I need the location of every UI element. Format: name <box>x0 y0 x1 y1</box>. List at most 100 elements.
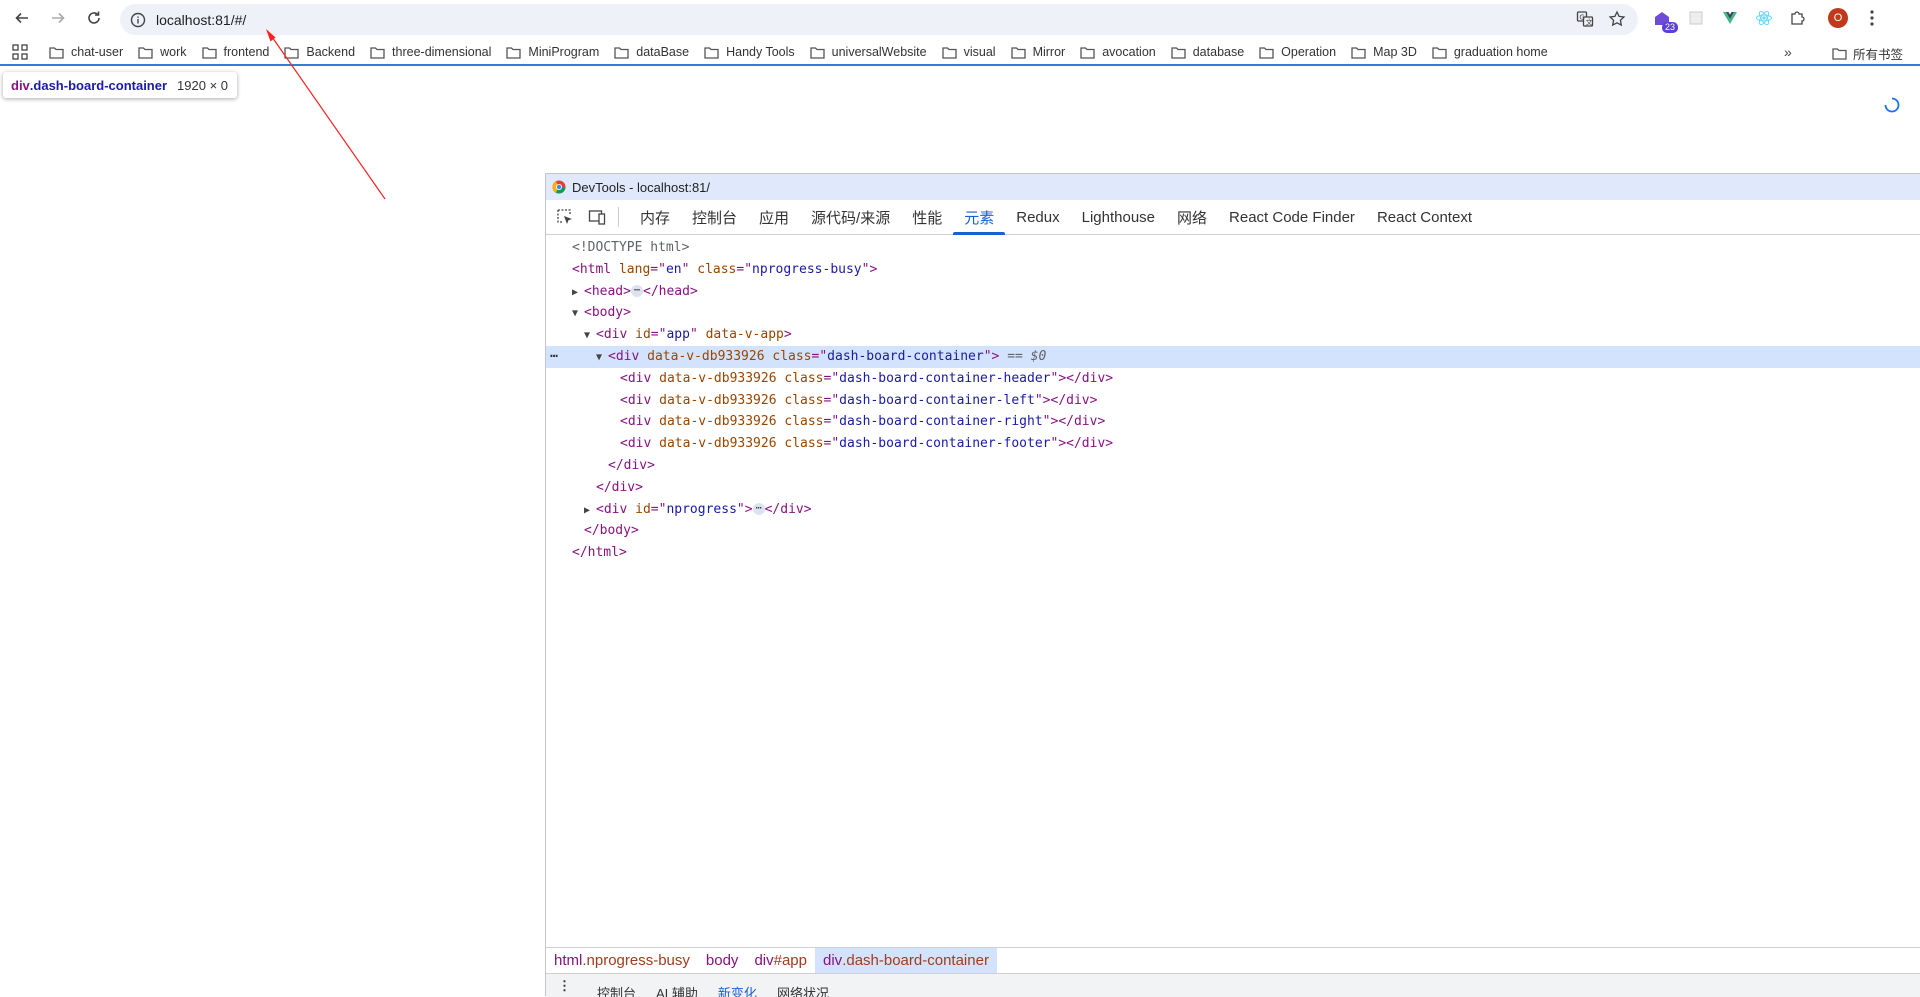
body-node[interactable]: ▼ <body> <box>546 302 1920 324</box>
doctype-node[interactable]: <!DOCTYPE html> <box>546 237 1920 259</box>
breadcrumb-body[interactable]: body <box>698 948 747 974</box>
devtools-tab[interactable]: 应用 <box>748 200 800 235</box>
bookmark-backend[interactable]: Backend <box>284 45 355 59</box>
forward-button[interactable] <box>44 4 72 32</box>
bookmark-operation[interactable]: Operation <box>1259 45 1336 59</box>
bookmark-mirror[interactable]: Mirror <box>1010 45 1065 59</box>
device-toolbar-button[interactable] <box>586 206 608 228</box>
toolbar-separator <box>618 207 619 227</box>
bookmark-handy-tools[interactable]: Handy Tools <box>704 45 795 59</box>
collapsed-triangle-icon[interactable]: ▶ <box>572 282 584 304</box>
devtools-tab[interactable]: React Code Finder <box>1218 200 1366 235</box>
drawer-tab[interactable]: 网络状况 <box>767 974 839 997</box>
bookmark-visual[interactable]: visual <box>941 45 996 59</box>
translate-icon[interactable]: G文 <box>1576 10 1594 28</box>
inspect-tooltip: div .dash-board-container 1920 × 0 <box>3 72 238 98</box>
collapsed-triangle-icon[interactable]: ▶ <box>584 500 596 522</box>
expanded-triangle-icon[interactable]: ▼ <box>596 347 608 369</box>
bookmark-frontend[interactable]: frontend <box>201 45 269 59</box>
child-div-node[interactable]: <div data-v-db933926 class="dash-board-c… <box>546 433 1920 455</box>
devtools-tab[interactable]: 元素 <box>953 200 1006 235</box>
devtools-tab[interactable]: Lighthouse <box>1071 200 1166 235</box>
child-div-node[interactable]: <div data-v-db933926 class="dash-board-c… <box>546 368 1920 390</box>
bookmark-list: chat-user work frontend Backend three-dimens… <box>34 45 1548 59</box>
folder-icon <box>1351 46 1366 59</box>
bookmark-three-dimensional[interactable]: three-dimensional <box>370 45 491 59</box>
address-bar[interactable]: localhost:81/#/ G文 <box>120 4 1638 35</box>
dom-token: </div> <box>608 457 655 473</box>
site-info-icon[interactable] <box>130 12 146 28</box>
drawer-tab[interactable]: 新变化 <box>708 974 767 997</box>
drawer-tab[interactable]: 控制台 <box>587 974 646 997</box>
dash-board-container-node[interactable]: ⋯ ▼ <div data-v-db933926 class="dash-board… <box>546 345 1920 369</box>
dom-token: =" <box>811 348 828 364</box>
expanded-triangle-icon[interactable]: ▼ <box>572 303 584 325</box>
breadcrumb-html[interactable]: html .nprogress-busy <box>546 948 698 974</box>
bookmark-label: Handy Tools <box>726 45 795 59</box>
bookmark-graduation-home[interactable]: graduation home <box>1432 45 1548 59</box>
svg-text:文: 文 <box>1586 18 1593 27</box>
browser-menu-icon[interactable] <box>1862 8 1882 28</box>
devtools-tab[interactable]: 控制台 <box>681 200 748 235</box>
expanded-triangle-icon[interactable]: ▼ <box>584 325 596 347</box>
bookmark-database[interactable]: database <box>1171 45 1244 59</box>
bookmark-database[interactable]: dataBase <box>614 45 689 59</box>
bookmark-avocation[interactable]: avocation <box>1080 45 1156 59</box>
dom-token: data-v-db933926 <box>651 392 777 408</box>
dom-token: </div> <box>764 501 812 517</box>
child-div-node[interactable]: <div data-v-db933926 class="dash-board-c… <box>546 390 1920 412</box>
inspect-element-button[interactable] <box>554 206 576 228</box>
body-close-node[interactable]: </body> <box>546 520 1920 542</box>
app-node[interactable]: ▼ <div id="app" data-v-app> <box>546 324 1920 346</box>
bookmark-label: Map 3D <box>1373 45 1417 59</box>
bookmark-label: dataBase <box>636 45 690 59</box>
elements-dom-tree: <!DOCTYPE html> <html lang="en" class="np… <box>546 235 1920 564</box>
breadcrumb-div[interactable]: div .dash-board-container <box>815 947 997 974</box>
dom-token: class <box>776 436 824 452</box>
nprogress-node[interactable]: ▶ <div id="nprogress"> ⋯ </div> <box>546 499 1920 521</box>
devtools-tab[interactable]: Redux <box>1005 200 1070 235</box>
dom-token: </div> <box>1058 414 1106 430</box>
forward-arrow-icon <box>52 12 65 23</box>
apps-grid-icon[interactable] <box>12 44 28 60</box>
devtools-tab[interactable]: 源代码/来源 <box>800 200 901 235</box>
devtools-tab[interactable]: 内存 <box>629 200 681 235</box>
breadcrumb-div[interactable]: div #app <box>746 948 815 974</box>
folder-icon <box>810 46 825 59</box>
container-close-node[interactable]: </div> <box>546 455 1920 477</box>
url-text[interactable]: localhost:81/#/ <box>156 12 246 28</box>
chrome-logo-icon <box>552 180 566 194</box>
profile-avatar[interactable]: O <box>1828 8 1848 28</box>
bookmark-star-icon[interactable] <box>1608 10 1626 28</box>
vue-devtools-icon[interactable] <box>1720 8 1740 28</box>
devtools-tab[interactable]: 性能 <box>901 200 953 235</box>
extension-badge-icon[interactable]: 23 <box>1652 8 1678 33</box>
react-devtools-icon[interactable] <box>1754 8 1774 28</box>
app-close-node[interactable]: </div> <box>546 477 1920 499</box>
bookmark-work[interactable]: work <box>138 45 187 59</box>
bookmark-universalwebsite[interactable]: universalWebsite <box>810 45 927 59</box>
devtools-tabbar: 内存 控制台 应用 源代码/来源 性能 元素 Redux Lighthouse 网络 React … <box>546 200 1920 235</box>
node-actions-icon[interactable]: ⋯ <box>550 346 558 368</box>
drawer-menu-icon[interactable]: ⋮ <box>558 978 571 994</box>
html-node[interactable]: <html lang="en" class="nprogress-busy"> <box>546 259 1920 281</box>
all-bookmarks-button[interactable]: 所有书签 <box>1832 40 1903 66</box>
head-node[interactable]: ▶ <head> ⋯ </head> <box>546 281 1920 303</box>
dom-token: =" <box>823 436 840 452</box>
bookmarks-overflow-button[interactable]: » <box>1784 44 1792 60</box>
bookmark-chat-user[interactable]: chat-user <box>49 45 123 59</box>
extensions-puzzle-icon[interactable] <box>1788 8 1808 28</box>
html-close-node[interactable]: </html> <box>546 542 1920 564</box>
dom-token: " <box>736 501 745 517</box>
reload-button[interactable] <box>80 4 108 32</box>
extension-placeholder-icon[interactable] <box>1686 8 1706 28</box>
bookmark-miniprogram[interactable]: MiniProgram <box>506 45 599 59</box>
drawer-tab[interactable]: AI 辅助 <box>646 974 708 997</box>
child-div-node[interactable]: <div data-v-db933926 class="dash-board-c… <box>546 411 1920 433</box>
bookmark-map-3d[interactable]: Map 3D <box>1351 45 1417 59</box>
devtools-tab[interactable]: 网络 <box>1166 200 1218 235</box>
back-button[interactable] <box>8 4 36 32</box>
drawer-tablist: 控制台 AI 辅助 新变化 网络状况 <box>587 974 839 997</box>
devtools-tab[interactable]: React Context <box>1366 200 1483 235</box>
breadcrumb-tag: html <box>554 952 583 969</box>
